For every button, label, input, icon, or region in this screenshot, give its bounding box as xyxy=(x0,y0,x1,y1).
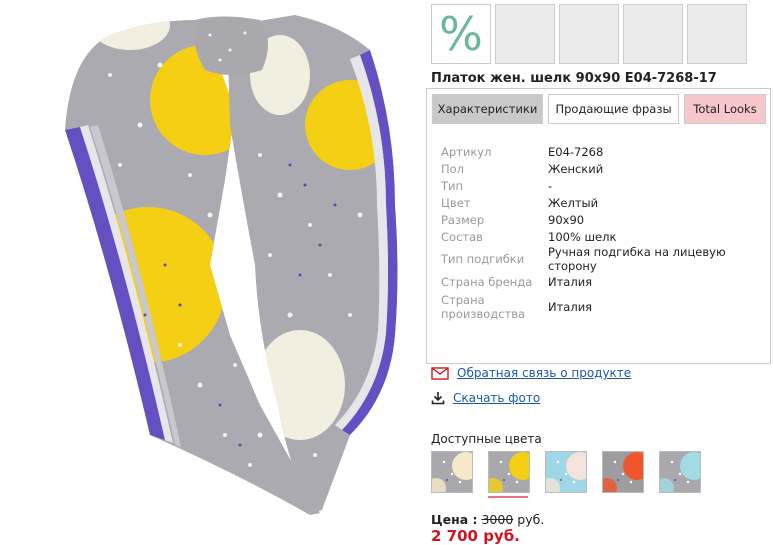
thumbnail-strip: % xyxy=(431,4,747,64)
spec-row: Пол Женский xyxy=(441,160,770,177)
spec-value: E04-7268 xyxy=(548,144,604,159)
spec-key: Тип подгибки xyxy=(441,252,525,266)
spec-value: - xyxy=(548,178,553,193)
color-swatch[interactable] xyxy=(659,451,701,493)
selected-swatch-indicator xyxy=(488,496,528,498)
spec-value: 90x90 xyxy=(548,212,585,227)
spec-value: Италия xyxy=(548,274,593,289)
old-price: 3000 xyxy=(481,512,514,527)
info-panel: Характеристики Продающие фразы Total Loo… xyxy=(426,88,771,364)
thumbnail-2[interactable] xyxy=(495,4,555,64)
spec-row: Тип - xyxy=(441,177,770,194)
spec-row: Цвет Желтый xyxy=(441,194,770,211)
spec-key: Пол xyxy=(441,161,465,176)
price-row: Цена : 3000 руб. xyxy=(431,512,544,527)
tab-characteristics[interactable]: Характеристики xyxy=(432,94,543,124)
spec-row: Размер 90x90 xyxy=(441,211,770,228)
envelope-icon xyxy=(431,366,449,380)
thumbnail-4[interactable] xyxy=(623,4,683,64)
spec-key: Артикул xyxy=(441,144,492,159)
product-title: Платок жен. шелк 90x90 E04-7268-17 xyxy=(431,71,717,86)
spec-value: Женский xyxy=(548,161,604,176)
spec-key: Размер xyxy=(441,212,485,227)
spec-row: Тип подгибки Ручная подгибка на лицевую с… xyxy=(441,245,770,273)
percent-icon: % xyxy=(439,7,483,61)
spec-value: Ручная подгибка на лицевую сторону xyxy=(548,245,726,273)
spec-row: Страна производства Италия xyxy=(441,290,770,324)
thumbnail-3[interactable] xyxy=(559,4,619,64)
color-swatches xyxy=(431,451,701,493)
price-label: Цена : xyxy=(431,512,478,527)
old-price-currency: руб. xyxy=(517,512,545,527)
spec-key: Состав xyxy=(441,229,483,244)
spec-row: Артикул E04-7268 xyxy=(441,143,770,160)
product-image xyxy=(65,15,398,515)
spec-key: Цвет xyxy=(441,195,471,210)
thumbnail-sale[interactable]: % xyxy=(431,4,491,64)
feedback-link[interactable]: Обратная связь о продукте xyxy=(457,366,631,380)
thumbnail-5[interactable] xyxy=(687,4,747,64)
spec-row: Состав 100% шелк xyxy=(441,228,770,245)
color-swatch[interactable] xyxy=(602,451,644,493)
tab-total-looks[interactable]: Total Looks xyxy=(684,94,766,124)
spec-row: Страна бренда Италия xyxy=(441,273,770,290)
feedback-row: Обратная связь о продукте xyxy=(431,366,631,380)
color-swatch[interactable] xyxy=(545,451,587,493)
spec-value: Желтый xyxy=(548,195,599,210)
spec-key: Тип xyxy=(441,178,464,193)
spec-key: Страна производства xyxy=(441,293,526,321)
spec-key: Страна бренда xyxy=(441,274,533,289)
download-photo-link[interactable]: Скачать фото xyxy=(453,391,540,405)
download-icon xyxy=(431,392,445,405)
color-swatch[interactable] xyxy=(431,451,473,493)
current-price: 2 700 руб. xyxy=(431,527,520,545)
color-swatch[interactable] xyxy=(488,451,530,493)
spec-value: Италия xyxy=(548,300,593,314)
specs-table: Артикул E04-7268 Пол Женский Тип - Цвет Желт… xyxy=(441,143,770,324)
available-colors-label: Доступные цвета xyxy=(431,432,542,446)
tab-selling-phrases[interactable]: Продающие фразы xyxy=(548,94,679,124)
download-row: Скачать фото xyxy=(431,391,540,405)
spec-value: 100% шелк xyxy=(548,229,617,244)
